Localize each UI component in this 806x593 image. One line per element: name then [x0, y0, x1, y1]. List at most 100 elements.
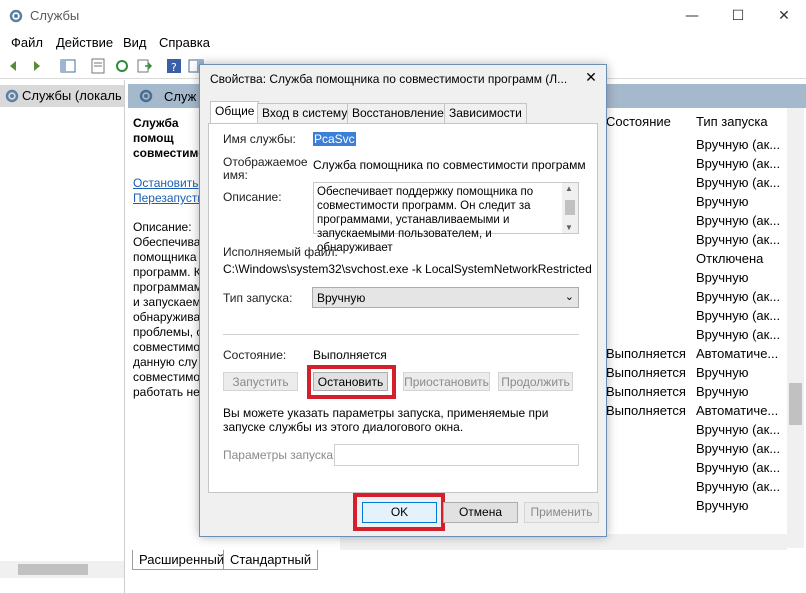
menu-action[interactable]: Действие [56, 35, 113, 50]
start-button[interactable]: Запустить [223, 372, 298, 391]
tab-general[interactable]: Общие [210, 101, 260, 124]
state-label: Состояние: [223, 348, 287, 362]
description-label: Описание: [223, 190, 282, 204]
display-name-label-line2: имя: [223, 168, 248, 182]
row-startup[interactable]: Автоматиче... [696, 403, 786, 418]
startup-type-label: Тип запуска: [223, 291, 293, 305]
menu-bar: Файл Действие Вид Справка [0, 32, 806, 52]
start-params-hint: Вы можете указать параметры запуска, при… [223, 406, 549, 434]
desc-line: работать не [133, 385, 200, 399]
tab-extended[interactable]: Расширенный [132, 550, 232, 570]
pause-button[interactable]: Приостановить [403, 372, 490, 391]
minimize-button[interactable]: — [669, 0, 715, 32]
row-startup[interactable]: Вручную [696, 365, 786, 380]
desc-line: совместимос [133, 340, 207, 354]
title-line: Служба помощ [133, 116, 179, 145]
row-startup[interactable]: Вручную (ак... [696, 213, 786, 228]
row-startup[interactable]: Вручную (ак... [696, 137, 786, 152]
services-gear-icon [139, 89, 153, 103]
back-arrow-icon[interactable] [6, 58, 22, 74]
console-tree: Службы (локалы [0, 80, 125, 593]
row-state: Выполняется [606, 403, 686, 418]
services-gear-icon [9, 9, 23, 23]
properties-icon[interactable] [90, 58, 106, 74]
row-startup[interactable]: Вручную (ак... [696, 422, 786, 437]
apply-button[interactable]: Применить [524, 502, 599, 523]
restart-service-link[interactable]: Перезапусти [133, 191, 208, 206]
display-name-value[interactable]: Служба помощника по совместимости програ… [313, 158, 586, 172]
description-scrollbar[interactable]: ▲ ▼ [562, 183, 578, 233]
row-startup[interactable]: Вручную [696, 270, 786, 285]
row-startup[interactable]: Автоматиче... [696, 346, 786, 361]
tab-dependencies[interactable]: Зависимости [444, 103, 527, 123]
header-title: Служ [164, 89, 197, 104]
row-startup[interactable]: Вручную (ак... [696, 232, 786, 247]
row-startup[interactable]: Вручную (ак... [696, 175, 786, 190]
scroll-thumb[interactable] [789, 383, 802, 425]
row-startup[interactable]: Вручную (ак... [696, 156, 786, 171]
forward-arrow-icon[interactable] [28, 58, 44, 74]
desc-line: совместимос [133, 370, 207, 384]
row-startup[interactable]: Вручную [696, 498, 786, 513]
desc-line: проблемы, с [133, 325, 203, 339]
close-button[interactable]: ✕ [761, 0, 806, 32]
row-startup[interactable]: Вручную (ак... [696, 441, 786, 456]
service-name-value[interactable]: PcaSvc [313, 132, 356, 146]
highlight-ok-box [353, 493, 445, 531]
tab-recovery[interactable]: Восстановление [347, 103, 449, 123]
start-params-input[interactable] [334, 444, 579, 466]
startup-type-select[interactable]: Вручную ⌄ [312, 287, 579, 308]
start-params-label: Параметры запуска: [223, 448, 337, 462]
desc-line: обнаружива [133, 310, 201, 324]
row-startup[interactable]: Вручную (ак... [696, 289, 786, 304]
scroll-down-icon[interactable]: ▼ [565, 223, 573, 232]
maximize-button[interactable]: ☐ [715, 0, 761, 32]
help-icon[interactable]: ? [166, 58, 182, 74]
separator [223, 334, 579, 335]
column-header-startup[interactable]: Тип запуска [696, 114, 768, 129]
menu-help[interactable]: Справка [159, 35, 210, 50]
row-startup[interactable]: Вручную (ак... [696, 460, 786, 475]
list-vertical-scrollbar[interactable] [787, 108, 804, 548]
row-startup[interactable]: Вручную [696, 194, 786, 209]
tree-horizontal-scrollbar[interactable] [0, 561, 124, 578]
svg-text:?: ? [171, 61, 177, 74]
desc-line: данную слу [133, 355, 198, 369]
console-tree-icon[interactable] [60, 58, 76, 74]
menu-file[interactable]: Файл [11, 35, 43, 50]
dialog-close-button[interactable]: ✕ [578, 67, 604, 89]
tree-item-label: Службы (локалы [22, 88, 122, 103]
service-properties-dialog: Свойства: Служба помощника по совместимо… [199, 64, 607, 537]
refresh-icon[interactable] [114, 58, 130, 74]
scroll-left-icon[interactable] [340, 536, 352, 548]
description-text: Обеспечивает поддержку помощника по совм… [317, 186, 534, 254]
row-startup[interactable]: Вручную (ак... [696, 308, 786, 323]
extended-description-panel: Служба помощ совместимост Остановить Пер… [133, 116, 208, 416]
desc-line: и запускаем [133, 295, 201, 309]
tab-standard[interactable]: Стандартный [223, 550, 319, 570]
tab-logon[interactable]: Вход в систему [257, 103, 353, 123]
description-field[interactable]: Обеспечивает поддержку помощника по совм… [313, 182, 579, 254]
stop-service-link[interactable]: Остановить [133, 176, 208, 191]
menu-view[interactable]: Вид [123, 35, 147, 50]
scroll-thumb[interactable] [18, 564, 88, 575]
export-icon[interactable] [136, 58, 152, 74]
desc-line: программ. К [133, 265, 201, 279]
dialog-title: Свойства: Служба помощника по совместимо… [210, 72, 568, 86]
column-header-state[interactable]: Состояние [606, 114, 671, 129]
desc-line: помощника [133, 250, 197, 264]
row-startup[interactable]: Вручную [696, 384, 786, 399]
row-startup[interactable]: Вручную (ак... [696, 327, 786, 342]
tree-item-services[interactable]: Службы (локалы [0, 85, 124, 107]
title-bar: Службы — ☐ ✕ [0, 0, 806, 32]
resume-button[interactable]: Продолжить [498, 372, 573, 391]
row-startup[interactable]: Вручную (ак... [696, 479, 786, 494]
scroll-thumb[interactable] [565, 200, 575, 215]
general-tab-panel: Имя службы: PcaSvc Отображаемое имя: Слу… [208, 123, 598, 493]
row-state: Выполняется [606, 384, 686, 399]
scroll-up-icon[interactable]: ▲ [565, 184, 573, 193]
row-startup[interactable]: Отключена [696, 251, 786, 266]
cancel-button[interactable]: Отмена [443, 502, 518, 523]
services-gear-icon [5, 89, 19, 103]
state-value: Выполняется [313, 348, 387, 362]
